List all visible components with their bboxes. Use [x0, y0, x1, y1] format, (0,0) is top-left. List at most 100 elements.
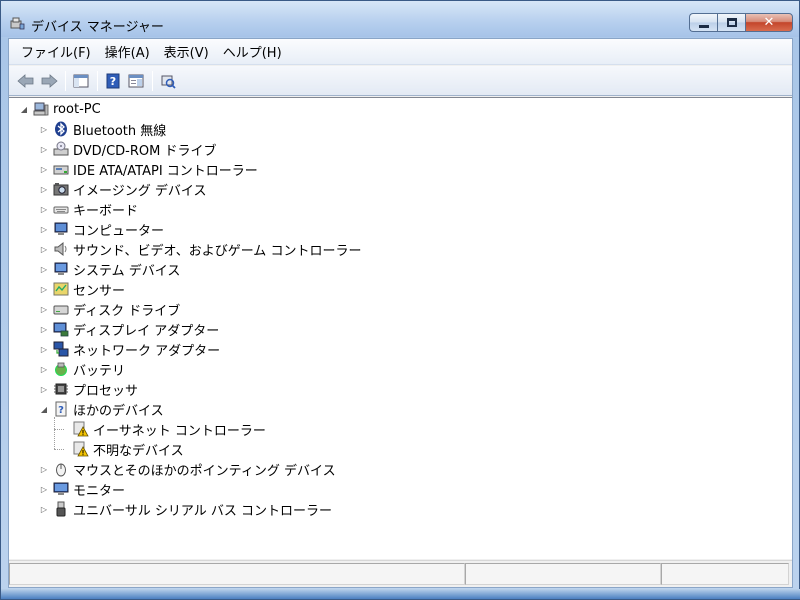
tree-node-label: 不明なデバイス: [93, 443, 184, 459]
tree-guide-line: [54, 449, 64, 450]
expand-arrow-icon[interactable]: ▷: [39, 364, 49, 374]
speaker-icon: [53, 241, 69, 257]
expand-arrow-icon[interactable]: ▷: [39, 224, 49, 234]
device-manager-window: デバイス マネージャー ✕ ファイル(F) 操作(A) 表示(V) ヘルプ(H): [0, 0, 800, 600]
desktop-edge: [1, 589, 800, 599]
usb-icon: [53, 501, 69, 517]
battery-icon: [53, 361, 69, 377]
svg-text:?: ?: [110, 75, 116, 88]
collapse-arrow-icon[interactable]: ◢: [19, 104, 29, 114]
tree-node-category-4[interactable]: ▷ キーボード: [39, 199, 138, 219]
keyboard-icon: [53, 201, 69, 217]
tree-node-category-2[interactable]: ▷ IDE ATA/ATAPI コントローラー: [39, 159, 258, 179]
expand-arrow-icon[interactable]: ▷: [39, 464, 49, 474]
properties-button[interactable]: [125, 70, 147, 92]
collapse-arrow-icon[interactable]: ◢: [39, 404, 49, 414]
tree-node-label: DVD/CD-ROM ドライブ: [73, 143, 217, 159]
tree-node-category-0[interactable]: ▷ Bluetooth 無線: [39, 119, 166, 139]
tree-node-label: イーサネット コントローラー: [93, 423, 266, 439]
expand-arrow-icon[interactable]: ▷: [39, 124, 49, 134]
status-bar: [9, 560, 792, 587]
expand-arrow-icon[interactable]: ▷: [39, 204, 49, 214]
menu-action[interactable]: 操作(A): [99, 39, 156, 64]
tree-guide-line: [54, 417, 55, 449]
tree-node-label: イメージング デバイス: [73, 183, 207, 199]
bluetooth-icon: [53, 121, 69, 137]
tree-node-label: センサー: [73, 283, 126, 299]
tree-node-category-15[interactable]: ▷ マウスとそのほかのポインティング デバイス: [39, 459, 336, 479]
toolbar-separator: [152, 70, 153, 91]
device-tree[interactable]: ◢ root-PC ▷ Bluetooth 無線 ▷ DVD/CD-ROM ドライブ ▷ ID…: [9, 97, 792, 559]
status-pane-main: [9, 563, 465, 585]
show-hide-console-tree-button[interactable]: [70, 70, 92, 92]
client-area: ファイル(F) 操作(A) 表示(V) ヘルプ(H) ? ◢ root-PC ▷…: [8, 38, 793, 588]
expand-arrow-icon[interactable]: ▷: [39, 344, 49, 354]
forward-button[interactable]: [38, 70, 60, 92]
expand-arrow-icon[interactable]: ▷: [39, 324, 49, 334]
minimize-button[interactable]: [689, 13, 717, 32]
maximize-button[interactable]: [717, 13, 745, 32]
camera-icon: [53, 181, 69, 197]
expand-arrow-icon[interactable]: ▷: [39, 244, 49, 254]
expand-arrow-icon[interactable]: ▷: [39, 304, 49, 314]
tree-node-category-3[interactable]: ▷ イメージング デバイス: [39, 179, 206, 199]
tree-node-label: サウンド、ビデオ、およびゲーム コントローラー: [73, 243, 362, 259]
tree-node-category-16[interactable]: ▷ モニター: [39, 479, 125, 499]
back-button[interactable]: [15, 70, 37, 92]
device-manager-icon: [9, 15, 25, 31]
expand-arrow-icon[interactable]: ▷: [39, 264, 49, 274]
system-device-icon: [53, 261, 69, 277]
menu-view[interactable]: 表示(V): [158, 39, 215, 64]
tree-node-category-12[interactable]: ▷ バッテリ: [39, 359, 125, 379]
svg-text:?: ?: [58, 405, 64, 416]
tree-node-category-1[interactable]: ▷ DVD/CD-ROM ドライブ: [39, 139, 216, 159]
tree-node-label: コンピューター: [73, 223, 165, 239]
tree-node-category-8[interactable]: ▷ センサー: [39, 279, 125, 299]
tree-node-label: マウスとそのほかのポインティング デバイス: [73, 463, 336, 479]
expand-arrow-icon[interactable]: ▷: [39, 164, 49, 174]
properties-icon: [128, 74, 144, 87]
tree-node-category-11[interactable]: ▷ ネットワーク アダプター: [39, 339, 220, 359]
expand-arrow-icon[interactable]: ▷: [39, 144, 49, 154]
title-bar[interactable]: デバイス マネージャー ✕: [1, 1, 799, 37]
expand-arrow-icon[interactable]: ▷: [39, 184, 49, 194]
tree-node-category-7[interactable]: ▷ システム デバイス: [39, 259, 180, 279]
console-tree-icon: [73, 74, 89, 87]
minimize-icon: [698, 25, 709, 28]
status-pane-2: [465, 563, 661, 585]
computer-root-icon: [33, 101, 49, 117]
tree-node-label: キーボード: [73, 203, 139, 219]
menu-bar: ファイル(F) 操作(A) 表示(V) ヘルプ(H): [9, 39, 792, 65]
close-button[interactable]: ✕: [745, 13, 793, 32]
expand-arrow-icon[interactable]: ▷: [39, 484, 49, 494]
tree-node-category-13[interactable]: ▷ プロセッサ: [39, 379, 138, 399]
help-icon: ?: [106, 73, 120, 88]
tree-node-category-5[interactable]: ▷ コンピューター: [39, 219, 164, 239]
expand-arrow-icon[interactable]: ▷: [39, 284, 49, 294]
help-button[interactable]: ?: [102, 70, 124, 92]
tree-node-label: Bluetooth 無線: [73, 123, 167, 139]
tree-node-category-14-child-1[interactable]: 不明なデバイス: [59, 439, 184, 459]
tree-node-label: ディスク ドライブ: [73, 303, 181, 319]
warning-device-icon: [73, 441, 89, 457]
expand-arrow-icon[interactable]: ▷: [39, 504, 49, 514]
tree-node-category-6[interactable]: ▷ サウンド、ビデオ、およびゲーム コントローラー: [39, 239, 361, 259]
tree-node-category-10[interactable]: ▷ ディスプレイ アダプター: [39, 319, 219, 339]
tree-node-label: モニター: [73, 483, 126, 499]
menu-file[interactable]: ファイル(F): [15, 39, 97, 64]
tree-node-category-9[interactable]: ▷ ディスク ドライブ: [39, 299, 180, 319]
menu-help[interactable]: ヘルプ(H): [217, 39, 288, 64]
tree-node-category-14-child-0[interactable]: イーサネット コントローラー: [59, 419, 266, 439]
dvd-drive-icon: [53, 141, 69, 157]
forward-arrow-icon: [41, 73, 58, 88]
scan-hardware-button[interactable]: [157, 70, 179, 92]
toolbar-separator: [97, 70, 98, 91]
ide-controller-icon: [53, 161, 69, 177]
tree-node-root[interactable]: ◢ root-PC: [19, 99, 101, 119]
network-adapter-icon: [53, 341, 69, 357]
tree-node-category-14[interactable]: ◢? ほかのデバイス: [39, 399, 164, 419]
expand-arrow-icon[interactable]: ▷: [39, 384, 49, 394]
tree-node-label: ディスプレイ アダプター: [73, 323, 220, 339]
disk-drive-icon: [53, 301, 69, 317]
tree-node-category-17[interactable]: ▷ ユニバーサル シリアル バス コントローラー: [39, 499, 332, 519]
